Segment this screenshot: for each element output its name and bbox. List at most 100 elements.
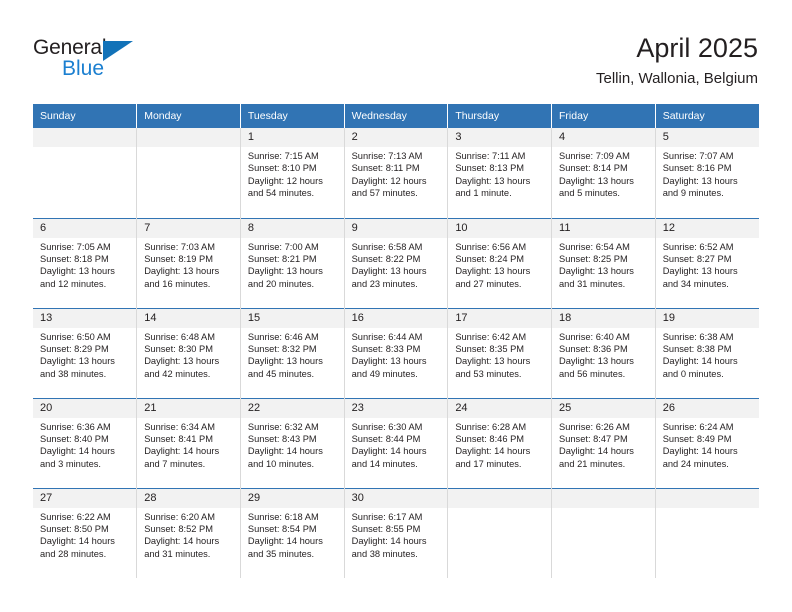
calendar-day-cell[interactable]: 1 Sunrise: 7:15 AM Sunset: 8:10 PM Daylight… — [240, 128, 345, 218]
day-daylight-line: and 28 minutes. — [40, 548, 107, 559]
calendar-day-cell[interactable]: 5 Sunrise: 7:07 AM Sunset: 8:16 PM Daylight… — [655, 128, 759, 218]
day-daylight-line: and 16 minutes. — [144, 278, 211, 289]
day-sun-info: Sunrise: 7:11 AM Sunset: 8:13 PM Daylight:… — [448, 147, 551, 200]
day-sunrise-line: Sunrise: 6:50 AM — [40, 331, 111, 342]
day-daylight-line: and 5 minutes. — [559, 188, 620, 199]
day-sun-info: Sunrise: 6:38 AM Sunset: 8:38 PM Daylight:… — [656, 328, 759, 381]
calendar-day-cell[interactable]: 17 Sunrise: 6:42 AM Sunset: 8:35 PM Dayligh… — [447, 307, 553, 398]
page-header: General Blue April 2025 Tellin, Wallonia… — [0, 0, 792, 100]
day-sunset-line: Sunset: 8:13 PM — [455, 163, 525, 174]
calendar-day-cell[interactable]: 19 Sunrise: 6:38 AM Sunset: 8:38 PM Dayligh… — [655, 307, 759, 398]
weekday-header-friday: Friday — [551, 104, 656, 128]
day-sun-info: Sunrise: 6:44 AM Sunset: 8:33 PM Daylight:… — [345, 328, 448, 381]
calendar-day-cell[interactable]: 9 Sunrise: 6:58 AM Sunset: 8:22 PM Daylight… — [344, 217, 449, 308]
day-sun-info: Sunrise: 7:00 AM Sunset: 8:21 PM Daylight:… — [241, 238, 344, 291]
day-daylight-line: and 31 minutes. — [144, 548, 211, 559]
day-number: 19 — [655, 308, 759, 328]
day-daylight-line: Daylight: 13 hours — [662, 266, 738, 277]
day-daylight-line: and 9 minutes. — [662, 188, 724, 199]
day-daylight-line: Daylight: 14 hours — [144, 446, 220, 457]
day-daylight-line: Daylight: 13 hours — [144, 266, 220, 277]
calendar-day-cell[interactable]: 2 Sunrise: 7:13 AM Sunset: 8:11 PM Daylight… — [344, 128, 449, 218]
calendar-day-cell[interactable]: 24 Sunrise: 6:28 AM Sunset: 8:46 PM Dayligh… — [447, 397, 553, 488]
day-sunrise-line: Sunrise: 6:22 AM — [40, 511, 111, 522]
day-daylight-line: and 12 minutes. — [40, 278, 107, 289]
calendar-day-cell[interactable]: 26 Sunrise: 6:24 AM Sunset: 8:49 PM Dayligh… — [655, 397, 759, 488]
day-daylight-line: Daylight: 14 hours — [559, 446, 634, 457]
calendar-week-row: 13 Sunrise: 6:50 AM Sunset: 8:29 PM Dayligh… — [33, 307, 759, 398]
day-daylight-line: and 31 minutes. — [559, 278, 626, 289]
day-sun-info: Sunrise: 6:30 AM Sunset: 8:44 PM Daylight:… — [345, 418, 448, 471]
location-subtitle: Tellin, Wallonia, Belgium — [595, 70, 758, 87]
calendar-day-cell[interactable]: 7 Sunrise: 7:03 AM Sunset: 8:19 PM Daylight… — [136, 217, 241, 308]
day-daylight-line: and 1 minute. — [455, 188, 512, 199]
day-daylight-line: and 10 minutes. — [247, 458, 315, 469]
day-sunrise-line: Sunrise: 7:05 AM — [40, 241, 111, 252]
day-number: 25 — [552, 398, 655, 418]
calendar-day-cell[interactable]: 21 Sunrise: 6:34 AM Sunset: 8:41 PM Dayligh… — [136, 397, 241, 488]
day-sunset-line: Sunset: 8:40 PM — [40, 433, 109, 444]
day-daylight-line: Daylight: 13 hours — [455, 175, 531, 186]
day-sunset-line: Sunset: 8:16 PM — [662, 163, 732, 174]
day-sunrise-line: Sunrise: 7:09 AM — [559, 151, 630, 161]
day-daylight-line: Daylight: 13 hours — [351, 266, 427, 277]
calendar-day-cell[interactable]: 11 Sunrise: 6:54 AM Sunset: 8:25 PM Dayligh… — [551, 217, 656, 308]
calendar-day-cell[interactable]: 8 Sunrise: 7:00 AM Sunset: 8:21 PM Daylight… — [240, 217, 345, 308]
day-sunrise-line: Sunrise: 7:07 AM — [662, 151, 734, 161]
day-number: 17 — [448, 308, 552, 328]
calendar-day-cell[interactable]: 15 Sunrise: 6:46 AM Sunset: 8:32 PM Dayligh… — [240, 307, 345, 398]
day-number — [552, 488, 655, 508]
calendar-day-cell[interactable]: 12 Sunrise: 6:52 AM Sunset: 8:27 PM Dayligh… — [655, 217, 759, 308]
day-daylight-line: and 56 minutes. — [559, 368, 626, 379]
calendar-table: Sunday Monday Tuesday Wednesday Thursday… — [33, 104, 759, 578]
calendar-day-cell[interactable]: 22 Sunrise: 6:32 AM Sunset: 8:43 PM Dayligh… — [240, 397, 345, 488]
day-daylight-line: Daylight: 13 hours — [40, 356, 115, 367]
weekday-header-thursday: Thursday — [447, 104, 553, 128]
day-sun-info: Sunrise: 6:52 AM Sunset: 8:27 PM Daylight:… — [656, 238, 759, 291]
day-sunrise-line: Sunrise: 6:54 AM — [559, 241, 630, 252]
calendar-day-cell[interactable]: 28 Sunrise: 6:20 AM Sunset: 8:52 PM Dayligh… — [136, 487, 241, 578]
day-number: 7 — [137, 218, 240, 238]
day-sunrise-line: Sunrise: 6:46 AM — [247, 331, 319, 342]
calendar-day-cell[interactable]: 16 Sunrise: 6:44 AM Sunset: 8:33 PM Dayligh… — [344, 307, 449, 398]
calendar-day-cell[interactable]: 25 Sunrise: 6:26 AM Sunset: 8:47 PM Dayligh… — [551, 397, 656, 488]
day-daylight-line: Daylight: 13 hours — [662, 175, 738, 186]
day-sunset-line: Sunset: 8:50 PM — [40, 523, 109, 534]
calendar-day-cell[interactable]: 18 Sunrise: 6:40 AM Sunset: 8:36 PM Dayligh… — [551, 307, 656, 398]
calendar-day-cell[interactable]: 27 Sunrise: 6:22 AM Sunset: 8:50 PM Dayligh… — [33, 487, 138, 578]
page-title: April 2025 — [636, 33, 758, 63]
calendar-day-cell[interactable]: 6 Sunrise: 7:05 AM Sunset: 8:18 PM Daylight… — [33, 217, 138, 308]
day-sunset-line: Sunset: 8:19 PM — [144, 253, 213, 264]
day-daylight-line: and 14 minutes. — [351, 458, 418, 469]
generalblue-logo[interactable]: General Blue — [33, 36, 153, 82]
day-daylight-line: Daylight: 14 hours — [40, 536, 115, 547]
calendar-day-cell[interactable]: 14 Sunrise: 6:48 AM Sunset: 8:30 PM Dayligh… — [136, 307, 241, 398]
day-sunrise-line: Sunrise: 6:38 AM — [662, 331, 734, 342]
day-sunset-line: Sunset: 8:32 PM — [247, 343, 317, 354]
day-sun-info: Sunrise: 6:48 AM Sunset: 8:30 PM Daylight:… — [137, 328, 240, 381]
day-number: 12 — [655, 218, 759, 238]
weekday-header-sunday: Sunday — [33, 104, 138, 128]
day-sun-info: Sunrise: 7:09 AM Sunset: 8:14 PM Daylight:… — [552, 147, 655, 200]
day-daylight-line: Daylight: 13 hours — [455, 266, 531, 277]
day-daylight-line: and 0 minutes. — [662, 368, 724, 379]
calendar-day-cell[interactable]: 20 Sunrise: 6:36 AM Sunset: 8:40 PM Dayligh… — [33, 397, 138, 488]
day-number: 3 — [448, 128, 552, 147]
day-daylight-line: and 45 minutes. — [247, 368, 315, 379]
day-number: 20 — [33, 398, 137, 418]
calendar-day-cell[interactable]: 3 Sunrise: 7:11 AM Sunset: 8:13 PM Daylight… — [447, 128, 553, 218]
day-daylight-line: Daylight: 12 hours — [351, 175, 427, 186]
day-sunrise-line: Sunrise: 6:44 AM — [351, 331, 423, 342]
day-sunset-line: Sunset: 8:49 PM — [662, 433, 732, 444]
calendar-day-cell[interactable]: 10 Sunrise: 6:56 AM Sunset: 8:24 PM Dayligh… — [447, 217, 553, 308]
calendar-day-cell[interactable]: 23 Sunrise: 6:30 AM Sunset: 8:44 PM Dayligh… — [344, 397, 449, 488]
day-daylight-line: and 3 minutes. — [40, 458, 101, 469]
calendar-day-cell[interactable]: 4 Sunrise: 7:09 AM Sunset: 8:14 PM Daylight… — [551, 128, 656, 218]
calendar-day-cell[interactable]: 29 Sunrise: 6:18 AM Sunset: 8:54 PM Dayligh… — [240, 487, 345, 578]
day-number: 6 — [33, 218, 137, 238]
day-sun-info: Sunrise: 7:07 AM Sunset: 8:16 PM Daylight:… — [656, 147, 759, 200]
calendar-day-cell[interactable]: 13 Sunrise: 6:50 AM Sunset: 8:29 PM Dayligh… — [33, 307, 138, 398]
day-sunset-line: Sunset: 8:11 PM — [351, 163, 420, 174]
calendar-day-cell[interactable]: 30 Sunrise: 6:17 AM Sunset: 8:55 PM Dayligh… — [344, 487, 449, 578]
day-sun-info: Sunrise: 7:05 AM Sunset: 8:18 PM Daylight:… — [33, 238, 136, 291]
